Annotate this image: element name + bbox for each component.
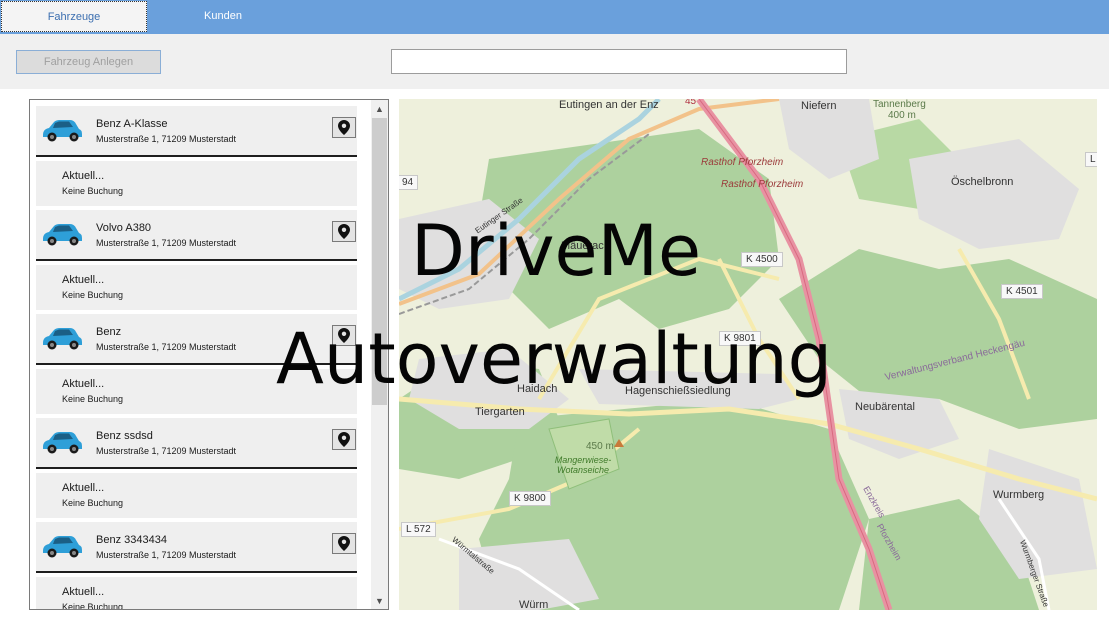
vehicle-card[interactable]: Volvo A380 Musterstraße 1, 71209 Musterst… [36, 210, 357, 314]
road-sign-k4500: K 4500 [741, 252, 783, 267]
map-view[interactable]: Eutingen an der Enz Niefern Tannenberg 4… [399, 99, 1097, 610]
vehicle-card-status[interactable]: Aktuell... Keine Buchung [36, 265, 357, 310]
car-icon [40, 118, 84, 144]
vehicle-address: Musterstraße 1, 71209 Musterstadt [96, 238, 237, 248]
map-label-oschelbronn: Öschelbronn [951, 176, 1014, 188]
map-label-hagenschiess: Hagenschießsiedlung [625, 385, 731, 397]
vehicle-status: Aktuell... [62, 586, 105, 598]
vehicle-card-header[interactable]: Benz A-Klasse Musterstraße 1, 71209 Muste… [36, 106, 357, 157]
vehicle-name: Benz 3343434 [96, 534, 167, 546]
vehicle-name: Benz A-Klasse [96, 118, 168, 130]
map-label-tannenberg: Tannenberg [873, 99, 926, 110]
map-label-mangerwiese: Mangerwiese-Wotanseiche [554, 455, 612, 475]
map-pin-icon[interactable] [332, 117, 356, 138]
vehicle-card-header[interactable]: Benz ssdsd Musterstraße 1, 71209 Musterst… [36, 418, 357, 469]
map-label-rasthof-2: Rasthof Pforzheim [721, 179, 804, 190]
vehicle-address: Musterstraße 1, 71209 Musterstadt [96, 550, 237, 560]
vehicle-card-status[interactable]: Aktuell... Keine Buchung [36, 161, 357, 206]
vehicle-card-status[interactable]: Aktuell... Keine Buchung [36, 473, 357, 518]
app-window: Fahrzeuge Kunden Fahrzeug Anlegen Benz A… [0, 0, 1109, 620]
list-scrollbar[interactable]: ▲ ▼ [371, 100, 388, 609]
car-icon [40, 326, 84, 352]
tab-bar: Fahrzeuge Kunden [0, 0, 1109, 34]
chevron-up-icon[interactable]: ▲ [371, 100, 388, 117]
map-pin-icon[interactable] [332, 325, 356, 346]
tab-kunden[interactable]: Kunden [150, 0, 296, 32]
map-label-wuerm: Würm [519, 599, 549, 610]
vehicle-card[interactable]: Benz 3343434 Musterstraße 1, 71209 Muster… [36, 522, 357, 610]
vehicle-name: Volvo A380 [96, 222, 152, 234]
vehicle-address: Musterstraße 1, 71209 Musterstadt [96, 342, 237, 352]
map-label-tannenberg-elev: 400 m [888, 110, 916, 121]
add-vehicle-button[interactable]: Fahrzeug Anlegen [16, 50, 161, 74]
vehicle-address: Musterstraße 1, 71209 Musterstadt [96, 446, 237, 456]
map-label-neubaerental: Neubärental [855, 401, 915, 413]
map-pin-icon[interactable] [332, 533, 356, 554]
tab-fahrzeuge[interactable]: Fahrzeuge [1, 1, 147, 32]
vehicle-booking: Keine Buchung [62, 602, 124, 610]
road-sign-l572: L 572 [401, 522, 436, 537]
vehicle-address: Musterstraße 1, 71209 Musterstadt [96, 134, 237, 144]
road-sign-k4501: K 4501 [1001, 284, 1043, 299]
vehicle-booking: Keine Buchung [62, 290, 124, 300]
car-icon [40, 534, 84, 560]
map-label-mangerwiese-elev: 450 m [586, 441, 614, 452]
map-label-eutingen: Eutingen an der Enz [559, 99, 659, 111]
road-sign-l: L [1085, 152, 1097, 167]
map-label-rasthof-1: Rasthof Pforzheim [701, 157, 784, 168]
vehicle-list-content: Benz A-Klasse Musterstraße 1, 71209 Muste… [36, 106, 359, 610]
vehicle-card-header[interactable]: Benz 3343434 Musterstraße 1, 71209 Muster… [36, 522, 357, 573]
chevron-down-icon[interactable]: ▼ [371, 592, 388, 609]
vehicle-booking: Keine Buchung [62, 186, 124, 196]
road-sign-45: 45 [685, 99, 697, 107]
vehicle-card-header[interactable]: Volvo A380 Musterstraße 1, 71209 Musterst… [36, 210, 357, 261]
vehicle-card-header[interactable]: Benz Musterstraße 1, 71209 Musterstadt [36, 314, 357, 365]
vehicle-card[interactable]: Benz Musterstraße 1, 71209 Musterstadt Akt… [36, 314, 357, 418]
road-sign-k9801: K 9801 [719, 331, 761, 346]
vehicle-name: Benz [96, 326, 122, 338]
scroll-thumb[interactable] [372, 118, 387, 405]
vehicle-status: Aktuell... [62, 274, 105, 286]
vehicle-name: Benz ssdsd [96, 430, 153, 442]
map-pin-icon[interactable] [332, 221, 356, 242]
car-icon [40, 222, 84, 248]
vehicle-list: Benz A-Klasse Musterstraße 1, 71209 Muste… [29, 99, 389, 610]
vehicle-card[interactable]: Benz A-Klasse Musterstraße 1, 71209 Muste… [36, 106, 357, 210]
map-label-maeurach: Mäuerach [561, 240, 610, 252]
map-label-tiergarten: Tiergarten [475, 406, 525, 418]
map-label-haidach: Haidach [517, 383, 558, 395]
vehicle-card[interactable]: Benz ssdsd Musterstraße 1, 71209 Musterst… [36, 418, 357, 522]
vehicle-status: Aktuell... [62, 378, 105, 390]
vehicle-card-status[interactable]: Aktuell... Keine Buchung [36, 369, 357, 414]
map-label-wurmberg: Wurmberg [993, 489, 1045, 501]
vehicle-status: Aktuell... [62, 482, 105, 494]
map-label-niefern: Niefern [801, 100, 837, 112]
search-input[interactable] [391, 49, 847, 74]
vehicle-status: Aktuell... [62, 170, 105, 182]
road-sign-k9800: K 9800 [509, 491, 551, 506]
vehicle-card-status[interactable]: Aktuell... Keine Buchung [36, 577, 357, 610]
map-pin-icon[interactable] [332, 429, 356, 450]
vehicle-booking: Keine Buchung [62, 498, 124, 508]
toolbar: Fahrzeug Anlegen [0, 34, 1109, 89]
car-icon [40, 430, 84, 456]
vehicle-booking: Keine Buchung [62, 394, 124, 404]
road-sign-94: 94 [399, 175, 419, 190]
